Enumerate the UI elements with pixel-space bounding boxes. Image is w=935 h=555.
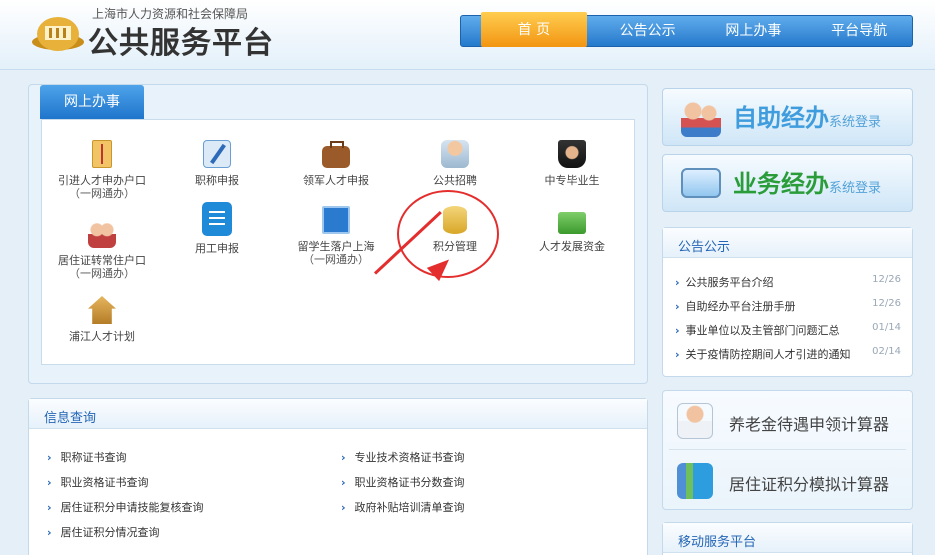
info-query-panel: 信息查询 职称证书查询 专业技术资格证书查询 职业资格证书查询 职业资格证书分数… xyxy=(28,398,648,555)
service-label: 公共招聘 xyxy=(433,174,477,187)
nav-home[interactable]: 首 页 xyxy=(481,12,587,47)
service-vocational-graduates[interactable]: 中专毕业生 xyxy=(512,140,632,187)
online-services-panel: 网上办事 引进人才申办户口 （一网通办） 职称申报 领军人才申报 公共招聘 中专… xyxy=(28,84,648,384)
query-link[interactable]: 职业资格证书查询 xyxy=(47,474,149,490)
panel-header xyxy=(29,399,647,429)
query-link[interactable]: 专业技术资格证书查询 xyxy=(341,449,465,465)
nav-announcements[interactable]: 公告公示 xyxy=(595,16,701,46)
business-title: 业务经办 xyxy=(733,170,829,198)
service-label: 用工申报 xyxy=(195,242,239,255)
service-label: 领军人才申报 xyxy=(303,174,369,187)
service-pujiang-talent[interactable]: 浦江人才计划 xyxy=(42,296,162,343)
users-icon xyxy=(681,97,721,137)
service-overseas-students[interactable]: 留学生落户上海 （一网通办） xyxy=(276,206,396,266)
query-link[interactable]: 政府补贴培训清单查询 xyxy=(341,499,465,515)
service-sublabel: （一网通办） xyxy=(303,253,369,266)
online-services-tab[interactable]: 网上办事 xyxy=(40,85,144,119)
graduate-icon xyxy=(558,140,586,168)
document-icon xyxy=(92,140,112,168)
form-icon xyxy=(202,202,232,236)
pension-calculator[interactable]: 养老金待遇申领计算器 xyxy=(663,393,914,449)
family-icon xyxy=(88,220,116,248)
nav-site-navigation[interactable]: 平台导航 xyxy=(806,16,912,46)
service-label: 人才发展资金 xyxy=(539,240,605,253)
service-residence-permit-hukou[interactable]: 居住证转常住户口 （一网通办） xyxy=(42,220,162,280)
notice-item[interactable]: 公共服务平台介绍 12/26 xyxy=(675,274,901,290)
service-label: 引进人才申办户口 xyxy=(58,174,146,187)
service-label: 居住证转常住户口 xyxy=(58,254,146,267)
site-header: 上海市人力资源和社会保障局 公共服务平台 首 页 公告公示 网上办事 平台导航 xyxy=(0,0,935,70)
recruit-icon xyxy=(441,140,469,168)
divider xyxy=(669,449,906,450)
notice-date: 02/14 xyxy=(872,346,901,357)
points-calculator-label: 居住证积分模拟计算器 xyxy=(729,475,890,494)
site-title: 公共服务平台 xyxy=(88,26,274,61)
self-service-subtitle: 系统登录 xyxy=(829,115,882,130)
notice-item-title: 公共服务平台介绍 xyxy=(685,276,774,289)
service-sublabel: （一网通办） xyxy=(69,187,135,200)
main-nav: 首 页 公告公示 网上办事 平台导航 xyxy=(460,12,913,47)
notice-date: 12/26 xyxy=(872,274,901,285)
service-public-recruitment[interactable]: 公共招聘 xyxy=(395,140,515,187)
service-employment-declaration[interactable]: 用工申报 xyxy=(157,202,277,255)
notice-item[interactable]: 关于疫情防控期间人才引进的通知 02/14 xyxy=(675,346,901,362)
notice-date: 12/26 xyxy=(872,298,901,309)
advisor-icon xyxy=(677,403,713,439)
briefcase-icon xyxy=(322,141,350,168)
mobile-service-title[interactable]: 移动服务平台 xyxy=(678,531,756,550)
mobile-service-panel: 移动服务平台 xyxy=(662,522,913,555)
self-service-login[interactable]: 自助经办系统登录 xyxy=(662,88,913,146)
notice-item[interactable]: 事业单位以及主管部门问题汇总 01/14 xyxy=(675,322,901,338)
nav-online-services[interactable]: 网上办事 xyxy=(701,16,807,46)
service-label: 中专毕业生 xyxy=(544,174,600,187)
notice-item-title: 关于疫情防控期间人才引进的通知 xyxy=(685,348,851,361)
notice-panel: 公告公示 公共服务平台介绍 12/26 自助经办平台注册手册 12/26 事业单位以… xyxy=(662,227,913,377)
notice-title: 公告公示 xyxy=(678,240,731,255)
notice-date: 01/14 xyxy=(872,322,901,333)
service-sublabel: （一网通办） xyxy=(69,267,135,280)
pension-calculator-label: 养老金待遇申领计算器 xyxy=(729,415,890,434)
service-leading-talent[interactable]: 领军人才申报 xyxy=(276,140,396,187)
service-talent-hukou[interactable]: 引进人才申办户口 （一网通办） xyxy=(42,140,162,200)
calculator-panel: 养老金待遇申领计算器 居住证积分模拟计算器 xyxy=(662,390,913,510)
pen-icon xyxy=(203,140,231,168)
computer-icon xyxy=(681,168,721,198)
business-subtitle: 系统登录 xyxy=(829,181,882,196)
notice-item-title: 自助经办平台注册手册 xyxy=(685,300,796,313)
emblem-icon xyxy=(32,17,84,51)
service-grid: 引进人才申办户口 （一网通办） 职称申报 领军人才申报 公共招聘 中专毕业生 居… xyxy=(41,119,635,365)
points-calculator[interactable]: 居住证积分模拟计算器 xyxy=(663,453,914,509)
notice-item-title: 事业单位以及主管部门问题汇总 xyxy=(685,324,840,337)
money-icon xyxy=(558,212,586,234)
service-talent-fund[interactable]: 人才发展资金 xyxy=(512,206,632,253)
query-link[interactable]: 居住证积分情况查询 xyxy=(47,524,160,540)
service-label: 留学生落户上海 xyxy=(297,240,375,253)
query-link[interactable]: 职称证书查询 xyxy=(47,449,127,465)
service-label: 浦江人才计划 xyxy=(69,330,135,343)
service-label: 职称申报 xyxy=(195,174,239,187)
info-query-title: 信息查询 xyxy=(44,411,97,426)
notice-item[interactable]: 自助经办平台注册手册 12/26 xyxy=(675,298,901,314)
self-service-title: 自助经办 xyxy=(733,104,829,132)
query-link[interactable]: 居住证积分申请技能复核查询 xyxy=(47,499,204,515)
query-link[interactable]: 职业资格证书分数查询 xyxy=(341,474,465,490)
book-icon xyxy=(322,206,350,234)
building-icon xyxy=(677,463,713,499)
business-login[interactable]: 业务经办系统登录 xyxy=(662,154,913,212)
house-icon xyxy=(88,296,116,324)
service-title-application[interactable]: 职称申报 xyxy=(157,140,277,187)
